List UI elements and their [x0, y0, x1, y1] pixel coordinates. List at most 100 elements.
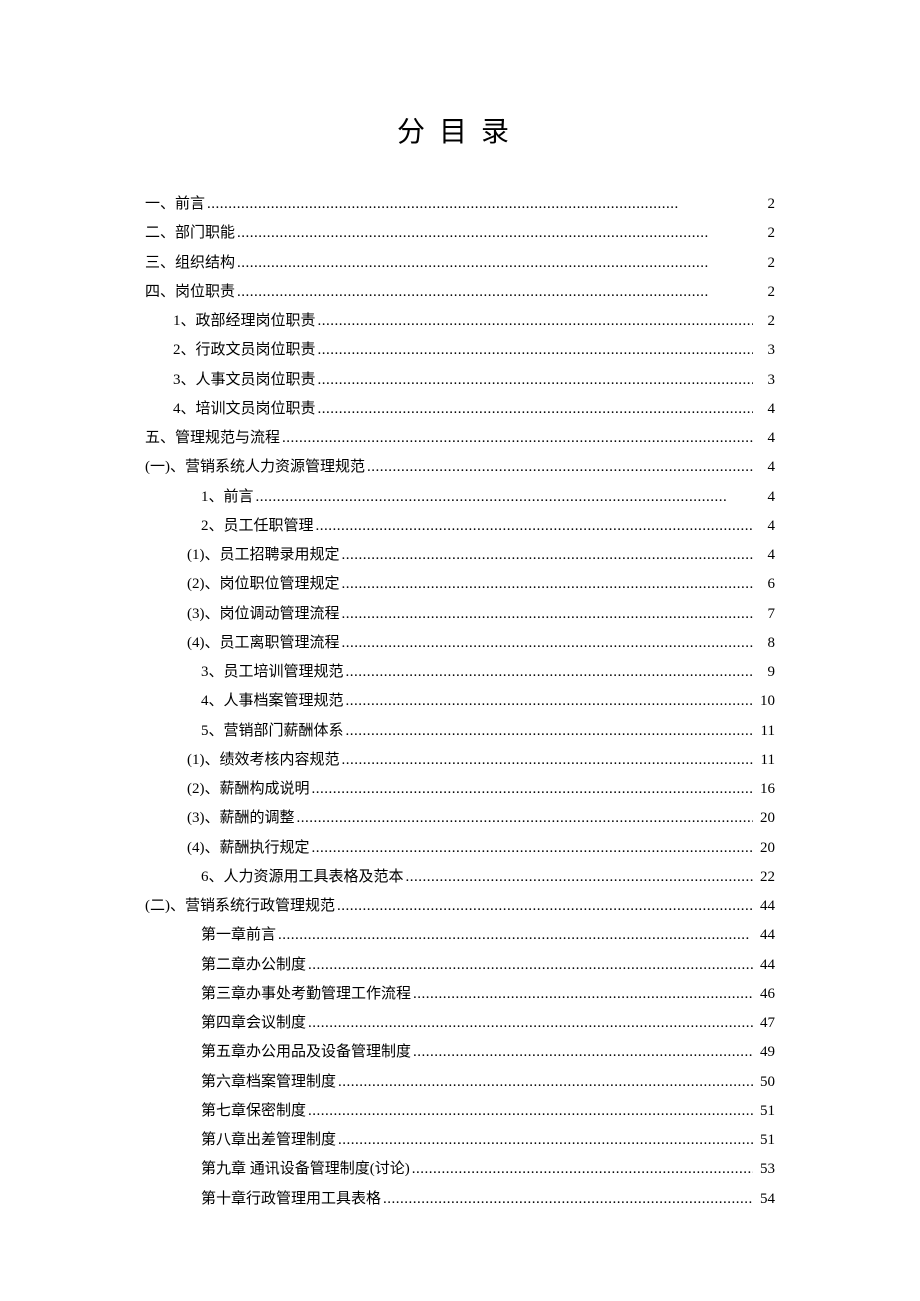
toc-label: (1)、绩效考核内容规范	[187, 746, 340, 775]
toc-page-number: 3	[753, 366, 775, 395]
toc-page-number: 54	[753, 1185, 775, 1214]
toc-entry: 第八章出差管理制度 51	[145, 1126, 775, 1155]
toc-label: 第七章保密制度	[201, 1097, 306, 1126]
toc-page-number: 44	[753, 951, 775, 980]
toc-page-number: 16	[753, 775, 775, 804]
toc-leader-dots	[340, 746, 754, 775]
toc-leader-dots	[410, 1155, 753, 1184]
toc-entry: 第二章办公制度 44	[145, 951, 775, 980]
toc-leader-dots	[235, 278, 753, 307]
toc-label: 第二章办公制度	[201, 951, 306, 980]
toc-leader-dots	[340, 570, 754, 599]
toc-page-number: 7	[753, 600, 775, 629]
toc-leader-dots	[404, 863, 753, 892]
toc-entry: 第一章前言44	[145, 921, 775, 950]
toc-entry: (4)、薪酬执行规定 20	[145, 834, 775, 863]
toc-page-number: 4	[753, 541, 775, 570]
toc-leader-dots	[295, 804, 754, 833]
toc-entry: 6、人力资源用工具表格及范本22	[145, 863, 775, 892]
toc-entry: 第七章保密制度 51	[145, 1097, 775, 1126]
toc-entry: 2、员工任职管理4	[145, 512, 775, 541]
toc-entry: 2、行政文员岗位职责3	[145, 336, 775, 365]
toc-entry: 第十章行政管理用工具表格 54	[145, 1185, 775, 1214]
toc-leader-dots	[381, 1185, 753, 1214]
toc-label: 3、人事文员岗位职责	[173, 366, 316, 395]
toc-leader-dots	[336, 1126, 753, 1155]
toc-entry: 1、政部经理岗位职责 2	[145, 307, 775, 336]
toc-label: 1、前言	[201, 483, 254, 512]
toc-leader-dots	[235, 219, 753, 248]
toc-leader-dots	[344, 658, 753, 687]
toc-label: 1、政部经理岗位职责	[173, 307, 316, 336]
toc-leader-dots	[280, 424, 753, 453]
toc-entry: 4、人事档案管理规范10	[145, 687, 775, 716]
toc-label: 第八章出差管理制度	[201, 1126, 336, 1155]
toc-leader-dots	[310, 834, 754, 863]
toc-page-number: 51	[753, 1126, 775, 1155]
toc-leader-dots	[344, 717, 753, 746]
toc-page-number: 9	[753, 658, 775, 687]
toc-page-number: 22	[753, 863, 775, 892]
toc-page-number: 4	[753, 512, 775, 541]
toc-page-number: 6	[753, 570, 775, 599]
toc-page-number: 51	[753, 1097, 775, 1126]
toc-label: (4)、薪酬执行规定	[187, 834, 310, 863]
toc-entry: (1)、员工招聘录用规定 4	[145, 541, 775, 570]
toc-label: 第九章 通讯设备管理制度(讨论)	[201, 1155, 410, 1184]
toc-label: 五、管理规范与流程	[145, 424, 280, 453]
toc-entry: (二)、营销系统行政管理规范44	[145, 892, 775, 921]
toc-page-number: 49	[753, 1038, 775, 1067]
toc-leader-dots	[316, 395, 753, 424]
toc-entry: (一)、营销系统人力资源管理规范 4	[145, 453, 775, 482]
toc-leader-dots	[310, 775, 754, 804]
toc-page-number: 2	[753, 307, 775, 336]
toc-leader-dots	[235, 249, 753, 278]
toc-leader-dots	[316, 336, 753, 365]
toc-entry: 第六章档案管理制度50	[145, 1068, 775, 1097]
toc-label: 第四章会议制度	[201, 1009, 306, 1038]
toc-entry: 3、人事文员岗位职责 3	[145, 366, 775, 395]
toc-leader-dots	[306, 1097, 753, 1126]
toc-leader-dots	[340, 541, 754, 570]
toc-leader-dots	[335, 892, 753, 921]
toc-label: (2)、岗位职位管理规定	[187, 570, 340, 599]
toc-page-number: 8	[753, 629, 775, 658]
toc-entry: 三、组织结构2	[145, 249, 775, 278]
toc-leader-dots	[254, 483, 753, 512]
toc-label: (3)、岗位调动管理流程	[187, 600, 340, 629]
toc-label: 二、部门职能	[145, 219, 235, 248]
toc-page-number: 44	[753, 921, 775, 950]
toc-leader-dots	[306, 951, 753, 980]
toc-entry: (4)、员工离职管理流程 8	[145, 629, 775, 658]
toc-label: (一)、营销系统人力资源管理规范	[145, 453, 365, 482]
toc-label: (4)、员工离职管理流程	[187, 629, 340, 658]
toc-entry: 第四章会议制度47	[145, 1009, 775, 1038]
page-title: 分目录	[145, 110, 775, 150]
toc-leader-dots	[336, 1068, 753, 1097]
toc-entry: 四、岗位职责2	[145, 278, 775, 307]
toc-label: 四、岗位职责	[145, 278, 235, 307]
toc-page-number: 20	[753, 834, 775, 863]
toc-page-number: 44	[753, 892, 775, 921]
toc-leader-dots	[314, 512, 753, 541]
toc-leader-dots	[205, 190, 753, 219]
toc-label: (1)、员工招聘录用规定	[187, 541, 340, 570]
toc-page-number: 20	[753, 804, 775, 833]
toc-page-number: 3	[753, 336, 775, 365]
toc-page-number: 46	[753, 980, 775, 1009]
toc-page-number: 53	[753, 1155, 775, 1184]
toc-page-number: 4	[753, 453, 775, 482]
toc-label: 5、营销部门薪酬体系	[201, 717, 344, 746]
toc-page-number: 11	[753, 717, 775, 746]
toc-entry: 3、员工培训管理规范9	[145, 658, 775, 687]
toc-entry: 第九章 通讯设备管理制度(讨论) 53	[145, 1155, 775, 1184]
toc-page-number: 4	[753, 483, 775, 512]
toc-entry: (3)、岗位调动管理流程 7	[145, 600, 775, 629]
toc-label: (3)、薪酬的调整	[187, 804, 295, 833]
toc-page-number: 2	[753, 249, 775, 278]
toc-leader-dots	[276, 921, 753, 950]
toc-label: 一、前言	[145, 190, 205, 219]
toc-page-number: 50	[753, 1068, 775, 1097]
toc-label: 第十章行政管理用工具表格	[201, 1185, 381, 1214]
toc-label: 第五章办公用品及设备管理制度	[201, 1038, 411, 1067]
